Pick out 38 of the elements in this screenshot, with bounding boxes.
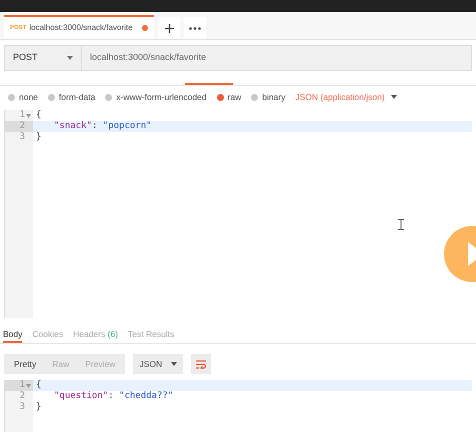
method-select[interactable]: POST [4,45,82,71]
more-button[interactable] [184,17,206,39]
line-number: 3 [20,400,25,414]
line-number: 3 [20,130,25,144]
caret-icon [390,95,397,99]
body-type-radio[interactable]: binary [251,90,286,104]
code-editor[interactable]: 1 { 2 "question": "chedda??" 3 } [4,380,472,432]
body-type-radio[interactable]: x-www-form-urlencoded [105,90,207,104]
plus-icon [164,24,174,32]
line-number: 2 [20,120,25,132]
wrap-button[interactable] [191,354,212,374]
view-mode-tab[interactable]: Pretty [14,358,36,370]
code-text: { [35,378,42,392]
wrap-lines-icon [196,360,207,368]
tab-title: localhost:3000/snack/favorite [29,22,133,34]
code-editor[interactable]: 1 { 2 "snack": "popcorn" 3 } [4,110,472,318]
caret-icon [67,56,73,60]
more-icon [189,26,201,30]
play-button-icon[interactable] [444,226,476,282]
code-text: } [35,400,42,414]
format-select[interactable]: JSON [133,354,184,374]
response-tab[interactable]: Body [3,328,22,343]
code-text: } [35,130,42,144]
new-tab-button[interactable] [158,17,180,39]
line-number: 1 [20,108,25,121]
caret-icon [171,362,178,366]
fold-arrow-icon[interactable] [26,114,30,118]
url-field[interactable]: localhost:3000/snack/favorite [82,45,472,71]
text-cursor-icon [398,219,404,230]
code-text: { [35,108,42,122]
fold-arrow-icon[interactable] [26,384,30,388]
line-number: 2 [20,390,25,402]
code-text: "snack": "popcorn" [53,120,152,133]
body-type-radio[interactable]: raw [216,90,242,104]
body-type-radio[interactable]: form-data [48,90,96,104]
body-type-radio[interactable]: none [8,90,38,104]
line-number: 1 [20,378,25,391]
code-text: "question": "chedda??" [53,390,174,403]
